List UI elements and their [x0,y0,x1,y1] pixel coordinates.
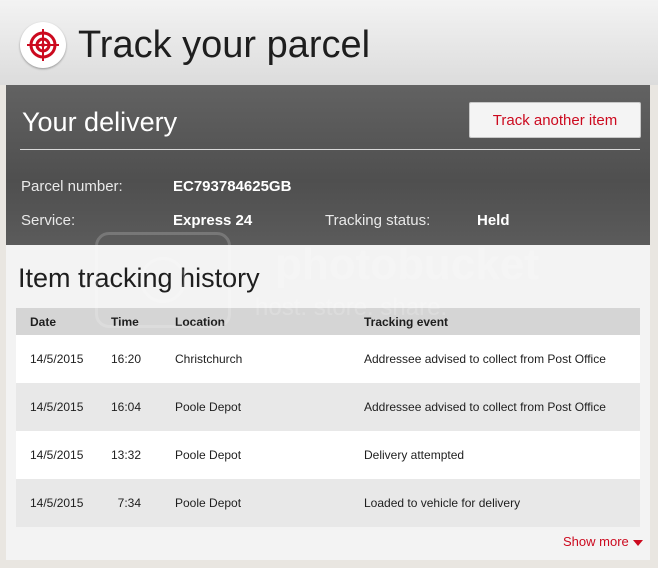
cell-event: Addressee advised to collect from Post O… [364,352,606,366]
tracking-history-section: Item tracking history Date Time Location… [6,245,650,560]
page-header: Track your parcel [0,0,658,85]
cell-date: 14/5/2015 [30,448,84,462]
cell-event: Delivery attempted [364,448,465,462]
parcel-number-label: Parcel number: [21,178,123,195]
cell-location: Poole Depot [175,400,242,414]
show-more-link[interactable]: Show more [563,534,643,549]
show-more-label: Show more [563,534,629,549]
service-label: Service: [21,212,76,229]
table-row: 14/5/2015 16:20 Christchurch Addressee a… [16,335,640,383]
table-row: 14/5/2015 13:32 Poole Depot Delivery att… [16,431,640,479]
divider [20,149,640,150]
cell-time: 13:32 [110,448,141,462]
service-value: Express 24 [173,212,253,229]
delivery-title: Your delivery [22,107,178,137]
cell-location: Christchurch [175,352,243,366]
table-header: Date Time Location Tracking event [16,308,640,335]
page-title: Track your parcel [78,24,371,66]
track-another-item-button[interactable]: Track another item [469,102,641,138]
history-title: Item tracking history [18,263,260,293]
cell-date: 14/5/2015 [30,496,84,510]
column-header-event: Tracking event [364,315,449,329]
tracking-status-label: Tracking status: [325,212,431,229]
cell-time: 7:34 [117,496,141,510]
cell-location: Poole Depot [175,496,242,510]
cell-event: Loaded to vehicle for delivery [364,496,521,510]
cell-date: 14/5/2015 [30,352,84,366]
column-header-time: Time [111,315,139,329]
cell-location: Poole Depot [175,448,242,462]
caret-down-icon [632,539,643,546]
cell-time: 16:20 [110,352,141,366]
cell-date: 14/5/2015 [30,400,84,414]
table-row: 14/5/2015 7:34 Poole Depot Loaded to veh… [16,479,640,527]
cell-event: Addressee advised to collect from Post O… [364,400,606,414]
tracking-status-value: Held [477,212,510,229]
column-header-location: Location [175,315,225,329]
parcel-number-value: EC793784625GB [173,178,292,195]
table-row: 14/5/2015 16:04 Poole Depot Addressee ad… [16,383,640,431]
column-header-date: Date [30,315,57,329]
cell-time: 16:04 [110,400,141,414]
target-icon [20,22,66,68]
delivery-panel: Your delivery Track another item Parcel … [6,85,650,245]
